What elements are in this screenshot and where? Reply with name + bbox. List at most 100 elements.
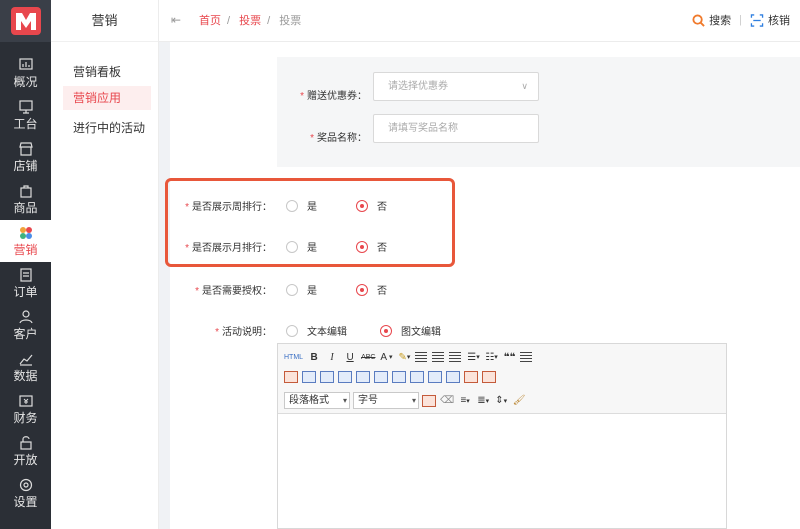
prize-label: 奖品名称： bbox=[317, 133, 367, 144]
rich-text-editor: HTML B I U ABC A ▾ ✎ ▾ ☰ ▾ ☷ ▾ ❝❝ 段落格式 ▾… bbox=[277, 343, 727, 529]
dropdown-arrow-icon: ▾ bbox=[503, 397, 508, 405]
desc-text-edit[interactable]: 文本编辑 bbox=[286, 323, 347, 338]
delete-table-icon[interactable] bbox=[464, 371, 478, 383]
rail-label: 财务 bbox=[13, 411, 38, 425]
rail-item-goods[interactable]: 商品 bbox=[0, 178, 51, 220]
format-painter-icon[interactable]: 🖌 bbox=[512, 394, 526, 408]
marketing-icon bbox=[19, 227, 32, 239]
bullet-list-button[interactable]: ☰ ▾ bbox=[466, 350, 480, 364]
align-left-icon[interactable] bbox=[415, 352, 428, 362]
rail-item-customers[interactable]: 客户 bbox=[0, 304, 51, 346]
paragraph-spacing-button[interactable]: ≣ ▾ bbox=[476, 394, 490, 408]
radio-checked-icon bbox=[356, 240, 368, 253]
desc-label-row: * 活动说明： bbox=[170, 323, 272, 338]
numbered-list-button[interactable]: ☷ ▾ bbox=[484, 350, 498, 364]
radio-label: 是 bbox=[307, 202, 317, 213]
rail-item-store[interactable]: 店铺 bbox=[0, 136, 51, 178]
rail-item-data[interactable]: 数据 bbox=[0, 346, 51, 388]
breadcrumb: 首页 / 投票 / 投票 bbox=[199, 15, 302, 27]
coupon-select[interactable]: 请选择优惠券 ∨ bbox=[373, 72, 539, 101]
weekly-rank-yes[interactable]: 是 bbox=[286, 198, 317, 213]
verify-button[interactable]: 核销 bbox=[768, 12, 790, 28]
rail-item-settings[interactable]: 设置 bbox=[0, 472, 51, 514]
required-mark: * bbox=[195, 286, 199, 297]
auth-no[interactable]: 否 bbox=[356, 282, 387, 297]
insert-col-right-icon[interactable] bbox=[392, 371, 406, 383]
dropdown-arrow-icon: ▾ bbox=[406, 354, 411, 361]
rail-item-open[interactable]: 开放 bbox=[0, 430, 51, 472]
rail-label: 设置 bbox=[13, 495, 38, 509]
table-style-icon[interactable] bbox=[482, 371, 496, 383]
monthly-rank-options: 是 否 bbox=[286, 239, 387, 254]
radio-checked-icon bbox=[356, 283, 368, 296]
highlight-color-button[interactable]: ✎ ▾ bbox=[397, 350, 411, 364]
weekly-rank-no[interactable]: 否 bbox=[356, 198, 387, 213]
user-icon bbox=[18, 310, 33, 324]
required-mark: * bbox=[215, 327, 219, 338]
eraser-icon[interactable]: ⌫ bbox=[440, 394, 454, 408]
rail-item-workbench[interactable]: 工台 bbox=[0, 94, 51, 136]
desc-options: 文本编辑 图文编辑 bbox=[286, 323, 441, 338]
rail-item-marketing[interactable]: 营销 bbox=[0, 220, 51, 262]
split-cells-icon[interactable] bbox=[446, 371, 460, 383]
auth-yes[interactable]: 是 bbox=[286, 282, 317, 297]
font-size-select[interactable]: 字号 ▾ bbox=[353, 392, 419, 409]
search-icon[interactable] bbox=[692, 13, 705, 27]
font-color-button[interactable]: A ▾ bbox=[379, 350, 393, 364]
insert-row-below-icon[interactable] bbox=[338, 371, 352, 383]
text-indent-button[interactable]: ⇕ ▾ bbox=[494, 394, 508, 408]
monthly-rank-no[interactable]: 否 bbox=[356, 239, 387, 254]
toolbar-row-2 bbox=[284, 371, 500, 383]
paragraph-format-select[interactable]: 段落格式 ▾ bbox=[284, 392, 350, 409]
line-height-button[interactable]: ≡ ▾ bbox=[458, 394, 472, 408]
italic-button[interactable]: I bbox=[325, 350, 339, 364]
bag-icon bbox=[19, 185, 32, 198]
bold-button[interactable]: B bbox=[307, 350, 321, 364]
radio-label: 否 bbox=[377, 202, 387, 213]
coupon-label: 赠送优惠券： bbox=[307, 91, 367, 102]
prize-name-input[interactable]: 请填写奖品名称 bbox=[373, 114, 539, 143]
rail-item-overview[interactable]: 概况 bbox=[0, 52, 51, 94]
align-center-icon[interactable] bbox=[432, 352, 445, 362]
insert-table-icon[interactable] bbox=[284, 371, 298, 383]
table-properties-icon[interactable] bbox=[302, 371, 316, 383]
align-right-icon[interactable] bbox=[449, 352, 462, 362]
breadcrumb-current: 投票 bbox=[279, 15, 302, 27]
strikethrough-button[interactable]: ABC bbox=[361, 350, 375, 364]
breadcrumb-home[interactable]: 首页 bbox=[199, 15, 221, 27]
rail-label: 数据 bbox=[13, 369, 38, 383]
dropdown-arrow-icon: ▾ bbox=[485, 397, 490, 405]
blockquote-button[interactable]: ❝❝ bbox=[502, 350, 516, 364]
delete-col-icon[interactable] bbox=[410, 371, 424, 383]
dropdown-arrow-icon: ▾ bbox=[494, 354, 498, 361]
insert-col-left-icon[interactable] bbox=[374, 371, 388, 383]
underline-button[interactable]: U bbox=[343, 350, 357, 364]
editor-body[interactable] bbox=[278, 415, 726, 529]
font-color-label: A bbox=[380, 351, 388, 363]
rail-label: 营销 bbox=[13, 243, 38, 257]
subnav-item-apps[interactable]: 营销应用 bbox=[63, 86, 151, 110]
delete-row-icon[interactable] bbox=[356, 371, 370, 383]
coupon-placeholder: 请选择优惠券 bbox=[388, 81, 448, 92]
indent-icon[interactable] bbox=[520, 352, 533, 362]
logo[interactable] bbox=[0, 0, 51, 42]
breadcrumb-vote[interactable]: 投票 bbox=[239, 15, 261, 27]
subnav-item-running[interactable]: 进行中的活动 bbox=[63, 116, 151, 140]
open-icon bbox=[19, 436, 32, 450]
scan-icon[interactable] bbox=[750, 13, 764, 27]
chevron-down-icon: ▾ bbox=[342, 396, 347, 405]
html-source-button[interactable]: HTML bbox=[284, 350, 303, 364]
rail-label: 店铺 bbox=[13, 159, 38, 173]
collapse-sidebar-icon[interactable]: ⇤ bbox=[171, 13, 181, 27]
monthly-rank-yes[interactable]: 是 bbox=[286, 239, 317, 254]
chevron-down-icon: ∨ bbox=[521, 81, 528, 91]
desc-rich-edit[interactable]: 图文编辑 bbox=[380, 323, 441, 338]
monitor-icon bbox=[18, 100, 33, 114]
rail-item-finance[interactable]: 财务 bbox=[0, 388, 51, 430]
subnav-item-dashboard[interactable]: 营销看板 bbox=[63, 60, 151, 84]
insert-row-above-icon[interactable] bbox=[320, 371, 334, 383]
insert-image-icon[interactable] bbox=[422, 394, 436, 407]
rail-item-orders[interactable]: 订单 bbox=[0, 262, 51, 304]
search-button[interactable]: 搜索 bbox=[709, 12, 731, 28]
merge-cells-icon[interactable] bbox=[428, 371, 442, 383]
